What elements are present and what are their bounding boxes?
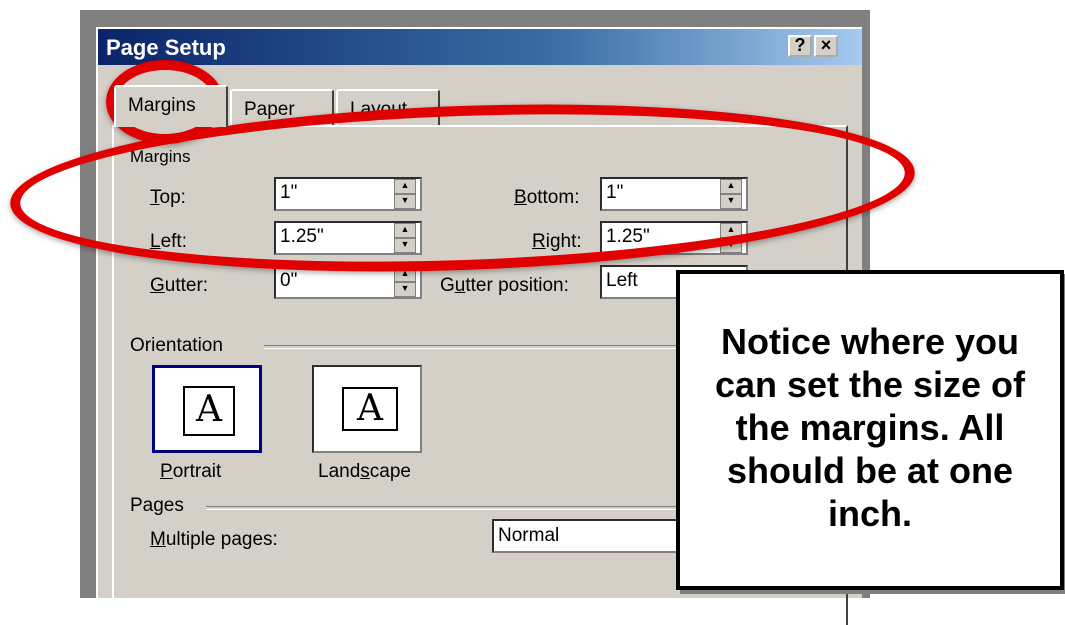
help-button[interactable]: ? (788, 35, 812, 57)
multiple-pages-label: Multiple pages: (150, 529, 278, 550)
orientation-divider (264, 345, 684, 349)
pages-section-label: Pages (130, 495, 184, 516)
landscape-label: Landscape (318, 461, 411, 482)
orientation-section-label: Orientation (130, 335, 223, 356)
multiple-pages-select[interactable]: Normal (492, 519, 692, 553)
gutter-spinner[interactable]: ▲ ▼ (394, 267, 416, 297)
tab-paper-label: Paper (244, 99, 295, 120)
tab-margins[interactable]: Margins (114, 85, 228, 127)
landscape-page-icon: A (342, 387, 398, 431)
pages-divider (206, 506, 686, 510)
portrait-page-icon: A (183, 386, 235, 436)
close-button[interactable]: × (814, 35, 838, 57)
title-bar: Page Setup ? × (98, 29, 862, 65)
dialog-title: Page Setup (106, 35, 226, 60)
portrait-option[interactable]: A (152, 365, 262, 453)
tab-margins-label: Margins (128, 95, 196, 116)
gutter-label: Gutter: (150, 275, 209, 296)
landscape-option[interactable]: A (312, 365, 422, 453)
portrait-label: Portrait (160, 461, 222, 482)
gutter-position-label: Gutter position: (440, 275, 569, 296)
spin-down-icon[interactable]: ▼ (394, 282, 416, 297)
annotation-callout: Notice where you can set the size of the… (676, 270, 1064, 590)
